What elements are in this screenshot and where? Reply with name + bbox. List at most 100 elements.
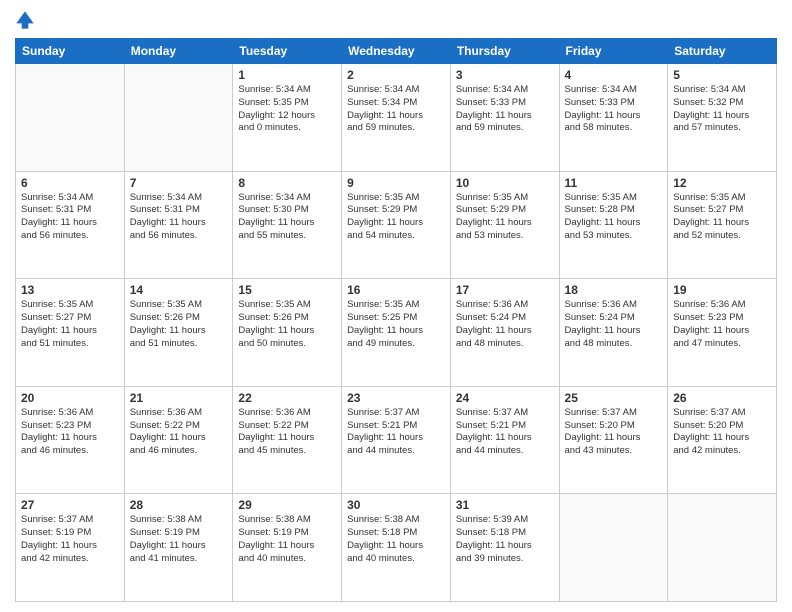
cell-info: Sunrise: 5:38 AMSunset: 5:19 PMDaylight:… (130, 514, 228, 565)
col-header-friday: Friday (559, 39, 668, 64)
day-number: 22 (238, 391, 336, 405)
calendar-cell (668, 494, 777, 602)
day-number: 29 (238, 498, 336, 512)
cell-info: Sunrise: 5:37 AMSunset: 5:19 PMDaylight:… (21, 514, 119, 565)
calendar-cell: 16 Sunrise: 5:35 AMSunset: 5:25 PMDayligh… (342, 279, 451, 387)
day-number: 13 (21, 283, 119, 297)
cell-info: Sunrise: 5:36 AMSunset: 5:24 PMDaylight:… (565, 299, 663, 350)
header (15, 10, 777, 30)
day-number: 16 (347, 283, 445, 297)
cell-info: Sunrise: 5:35 AMSunset: 5:27 PMDaylight:… (21, 299, 119, 350)
col-header-wednesday: Wednesday (342, 39, 451, 64)
calendar-cell: 13 Sunrise: 5:35 AMSunset: 5:27 PMDayligh… (16, 279, 125, 387)
calendar-cell: 18 Sunrise: 5:36 AMSunset: 5:24 PMDayligh… (559, 279, 668, 387)
day-number: 18 (565, 283, 663, 297)
day-number: 19 (673, 283, 771, 297)
cell-info: Sunrise: 5:37 AMSunset: 5:21 PMDaylight:… (456, 407, 554, 458)
cell-info: Sunrise: 5:36 AMSunset: 5:23 PMDaylight:… (673, 299, 771, 350)
day-number: 9 (347, 176, 445, 190)
cell-info: Sunrise: 5:34 AMSunset: 5:35 PMDaylight:… (238, 84, 336, 135)
cell-info: Sunrise: 5:34 AMSunset: 5:31 PMDaylight:… (21, 192, 119, 243)
day-number: 25 (565, 391, 663, 405)
day-number: 14 (130, 283, 228, 297)
calendar-cell: 7 Sunrise: 5:34 AMSunset: 5:31 PMDaylight… (124, 171, 233, 279)
page: SundayMondayTuesdayWednesdayThursdayFrid… (0, 0, 792, 612)
cell-info: Sunrise: 5:38 AMSunset: 5:19 PMDaylight:… (238, 514, 336, 565)
cell-info: Sunrise: 5:35 AMSunset: 5:27 PMDaylight:… (673, 192, 771, 243)
logo-icon (15, 10, 35, 30)
cell-info: Sunrise: 5:34 AMSunset: 5:32 PMDaylight:… (673, 84, 771, 135)
week-row-3: 20Sunrise: 5:36 AMSunset: 5:23 PMDayligh… (16, 386, 777, 494)
col-header-tuesday: Tuesday (233, 39, 342, 64)
calendar-cell: 31Sunrise: 5:39 AMSunset: 5:18 PMDayligh… (450, 494, 559, 602)
day-number: 12 (673, 176, 771, 190)
cell-info: Sunrise: 5:37 AMSunset: 5:21 PMDaylight:… (347, 407, 445, 458)
week-row-2: 13 Sunrise: 5:35 AMSunset: 5:27 PMDayligh… (16, 279, 777, 387)
day-number: 3 (456, 68, 554, 82)
col-header-saturday: Saturday (668, 39, 777, 64)
calendar-cell: 19 Sunrise: 5:36 AMSunset: 5:23 PMDayligh… (668, 279, 777, 387)
col-header-sunday: Sunday (16, 39, 125, 64)
calendar-cell: 30 Sunrise: 5:38 AMSunset: 5:18 PMDayligh… (342, 494, 451, 602)
calendar-cell: 9Sunrise: 5:35 AMSunset: 5:29 PMDaylight… (342, 171, 451, 279)
week-row-4: 27 Sunrise: 5:37 AMSunset: 5:19 PMDayligh… (16, 494, 777, 602)
day-number: 30 (347, 498, 445, 512)
calendar-cell: 24 Sunrise: 5:37 AMSunset: 5:21 PMDayligh… (450, 386, 559, 494)
day-number: 5 (673, 68, 771, 82)
week-row-1: 6Sunrise: 5:34 AMSunset: 5:31 PMDaylight… (16, 171, 777, 279)
cell-info: Sunrise: 5:38 AMSunset: 5:18 PMDaylight:… (347, 514, 445, 565)
day-number: 2 (347, 68, 445, 82)
calendar-cell (16, 64, 125, 172)
calendar-cell (124, 64, 233, 172)
cell-info: Sunrise: 5:37 AMSunset: 5:20 PMDaylight:… (673, 407, 771, 458)
logo (15, 10, 39, 30)
day-number: 1 (238, 68, 336, 82)
calendar-cell: 23 Sunrise: 5:37 AMSunset: 5:21 PMDayligh… (342, 386, 451, 494)
day-number: 23 (347, 391, 445, 405)
calendar-cell: 29 Sunrise: 5:38 AMSunset: 5:19 PMDayligh… (233, 494, 342, 602)
calendar-cell: 2 Sunrise: 5:34 AMSunset: 5:34 PMDaylight… (342, 64, 451, 172)
cell-info: Sunrise: 5:35 AMSunset: 5:25 PMDaylight:… (347, 299, 445, 350)
calendar-cell: 25 Sunrise: 5:37 AMSunset: 5:20 PMDayligh… (559, 386, 668, 494)
calendar-cell: 17 Sunrise: 5:36 AMSunset: 5:24 PMDayligh… (450, 279, 559, 387)
day-number: 21 (130, 391, 228, 405)
cell-info: Sunrise: 5:35 AMSunset: 5:26 PMDaylight:… (238, 299, 336, 350)
calendar-cell: 12 Sunrise: 5:35 AMSunset: 5:27 PMDayligh… (668, 171, 777, 279)
day-number: 11 (565, 176, 663, 190)
cell-info: Sunrise: 5:36 AMSunset: 5:22 PMDaylight:… (130, 407, 228, 458)
day-number: 17 (456, 283, 554, 297)
calendar-cell: 11Sunrise: 5:35 AMSunset: 5:28 PMDayligh… (559, 171, 668, 279)
col-header-monday: Monday (124, 39, 233, 64)
cell-info: Sunrise: 5:39 AMSunset: 5:18 PMDaylight:… (456, 514, 554, 565)
day-number: 4 (565, 68, 663, 82)
calendar-table: SundayMondayTuesdayWednesdayThursdayFrid… (15, 38, 777, 602)
day-number: 7 (130, 176, 228, 190)
day-number: 27 (21, 498, 119, 512)
calendar-cell (559, 494, 668, 602)
calendar-cell: 22 Sunrise: 5:36 AMSunset: 5:22 PMDayligh… (233, 386, 342, 494)
day-number: 26 (673, 391, 771, 405)
calendar-cell: 10 Sunrise: 5:35 AMSunset: 5:29 PMDayligh… (450, 171, 559, 279)
cell-info: Sunrise: 5:34 AMSunset: 5:33 PMDaylight:… (456, 84, 554, 135)
cell-info: Sunrise: 5:34 AMSunset: 5:34 PMDaylight:… (347, 84, 445, 135)
day-number: 24 (456, 391, 554, 405)
calendar-cell: 15Sunrise: 5:35 AMSunset: 5:26 PMDayligh… (233, 279, 342, 387)
cell-info: Sunrise: 5:35 AMSunset: 5:26 PMDaylight:… (130, 299, 228, 350)
cell-info: Sunrise: 5:34 AMSunset: 5:31 PMDaylight:… (130, 192, 228, 243)
cell-info: Sunrise: 5:34 AMSunset: 5:30 PMDaylight:… (238, 192, 336, 243)
calendar-cell: 6Sunrise: 5:34 AMSunset: 5:31 PMDaylight… (16, 171, 125, 279)
calendar-cell: 28 Sunrise: 5:38 AMSunset: 5:19 PMDayligh… (124, 494, 233, 602)
cell-info: Sunrise: 5:36 AMSunset: 5:24 PMDaylight:… (456, 299, 554, 350)
calendar-cell: 8 Sunrise: 5:34 AMSunset: 5:30 PMDaylight… (233, 171, 342, 279)
cell-info: Sunrise: 5:35 AMSunset: 5:29 PMDaylight:… (456, 192, 554, 243)
cell-info: Sunrise: 5:37 AMSunset: 5:20 PMDaylight:… (565, 407, 663, 458)
day-number: 20 (21, 391, 119, 405)
day-number: 8 (238, 176, 336, 190)
cell-info: Sunrise: 5:36 AMSunset: 5:22 PMDaylight:… (238, 407, 336, 458)
calendar-cell: 4Sunrise: 5:34 AMSunset: 5:33 PMDaylight… (559, 64, 668, 172)
day-number: 10 (456, 176, 554, 190)
calendar-cell: 27 Sunrise: 5:37 AMSunset: 5:19 PMDayligh… (16, 494, 125, 602)
calendar-cell: 1 Sunrise: 5:34 AMSunset: 5:35 PMDaylight… (233, 64, 342, 172)
calendar-cell: 3 Sunrise: 5:34 AMSunset: 5:33 PMDaylight… (450, 64, 559, 172)
day-number: 28 (130, 498, 228, 512)
